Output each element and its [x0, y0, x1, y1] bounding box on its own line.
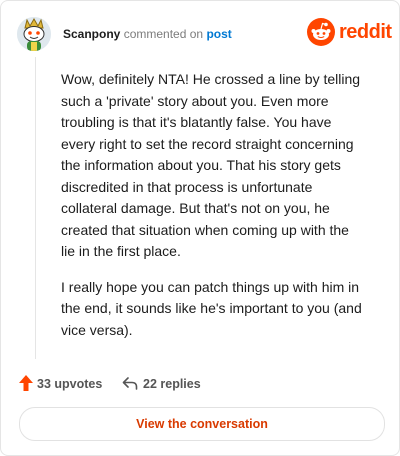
- comment-header: Scanpony commented on post reddit: [17, 17, 392, 57]
- upvote-button[interactable]: 33 upvotes: [19, 374, 109, 394]
- username-link[interactable]: Scanpony: [63, 27, 120, 41]
- user-avatar[interactable]: [17, 17, 51, 51]
- replies-button[interactable]: 22 replies: [122, 374, 212, 394]
- view-conversation-button[interactable]: View the conversation: [19, 407, 385, 441]
- reply-arrow-icon: [122, 377, 138, 390]
- comment-meta: Scanpony commented on post: [63, 27, 232, 41]
- thread-line: [35, 57, 36, 359]
- comment-embed-card: Scanpony commented on post reddit Wow, d…: [0, 0, 400, 456]
- upvote-arrow-icon: [19, 375, 33, 391]
- comment-paragraph: Wow, definitely NTA! He crossed a line b…: [61, 71, 361, 259]
- comment-paragraph: I really hope you can patch things up wi…: [61, 278, 362, 338]
- reddit-snoo-icon: [307, 18, 335, 46]
- reddit-logo[interactable]: reddit: [307, 18, 392, 46]
- comment-body: Wow, definitely NTA! He crossed a line b…: [61, 69, 365, 355]
- meta-verb: commented on: [123, 27, 204, 41]
- reply-count: 22 replies: [143, 377, 201, 391]
- snoo-avatar-icon: [17, 17, 51, 51]
- reddit-wordmark: reddit: [339, 21, 392, 43]
- upvote-count: 33 upvotes: [37, 377, 103, 391]
- post-link[interactable]: post: [206, 27, 231, 41]
